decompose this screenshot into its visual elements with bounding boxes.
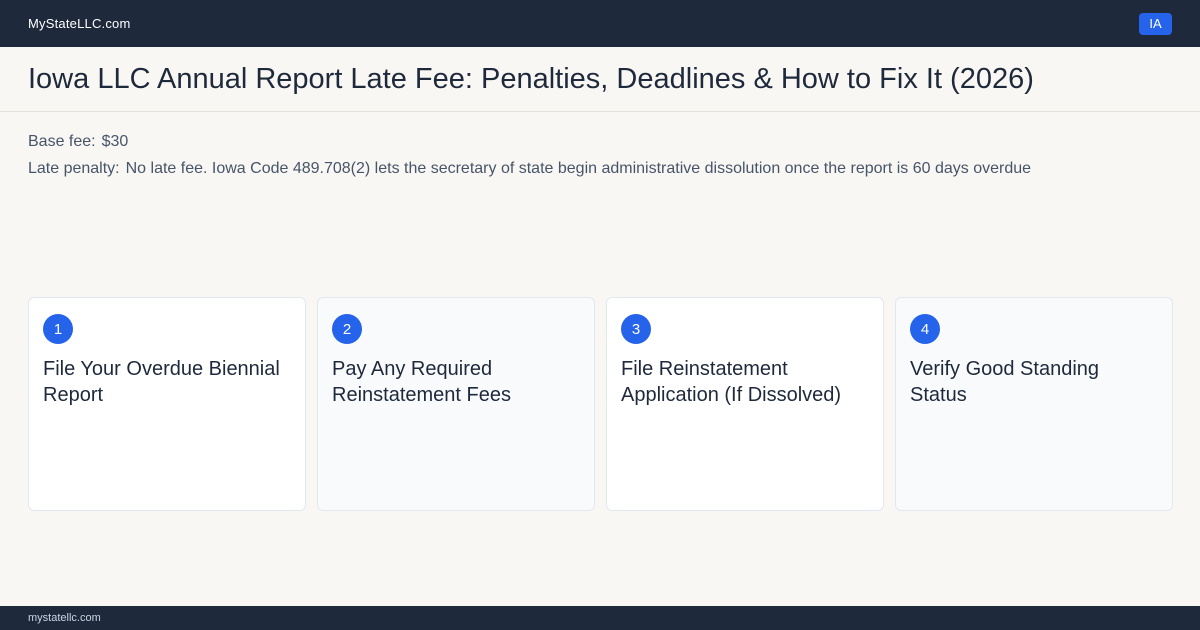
site-brand[interactable]: MyStateLLC.com <box>28 16 131 31</box>
steps-list: 1 File Your Overdue Biennial Report 2 Pa… <box>28 297 1173 511</box>
step-title: File Your Overdue Biennial Report <box>43 358 280 406</box>
footer-domain[interactable]: mystatellc.com <box>28 612 101 624</box>
top-bar: MyStateLLC.com IA <box>0 0 1200 47</box>
base-fee-label: Base fee: <box>28 133 96 150</box>
base-fee-value: $30 <box>101 133 129 150</box>
footer-bar: mystatellc.com <box>0 606 1200 630</box>
step-number-badge: 2 <box>332 314 362 344</box>
title-band: Iowa LLC Annual Report Late Fee: Penalti… <box>0 47 1200 112</box>
step-card-4: 4 Verify Good Standing Status <box>895 297 1173 511</box>
state-badge: IA <box>1139 12 1172 35</box>
step-title: Pay Any Required Reinstatement Fees <box>332 358 511 406</box>
step-card-1: 1 File Your Overdue Biennial Report <box>28 297 306 511</box>
step-title: File Reinstatement Application (If Disso… <box>621 358 842 406</box>
step-card-2: 2 Pay Any Required Reinstatement Fees <box>317 297 595 511</box>
step-card-3: 3 File Reinstatement Application (If Dis… <box>606 297 884 511</box>
late-penalty-label: Late penalty: <box>28 160 120 177</box>
fee-facts: Base fee: $30 Late penalty: No late fee. I… <box>28 128 1031 182</box>
step-title: Verify Good Standing Status <box>910 358 1100 406</box>
step-number-badge: 3 <box>621 314 651 344</box>
page-title: Iowa LLC Annual Report Late Fee: Penalti… <box>28 62 1034 95</box>
late-penalty-row: Late penalty: No late fee. Iowa Code 489.… <box>28 155 1031 182</box>
step-number-badge: 1 <box>43 314 73 344</box>
late-penalty-value: No late fee. Iowa Code 489.708(2) lets t… <box>125 160 1032 177</box>
base-fee-row: Base fee: $30 <box>28 128 1031 155</box>
step-number-badge: 4 <box>910 314 940 344</box>
